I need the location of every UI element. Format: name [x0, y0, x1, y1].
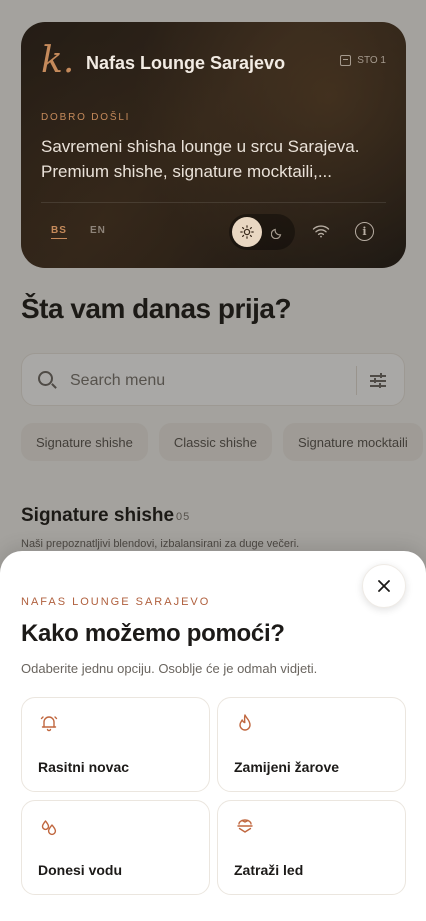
moon-icon[interactable] [262, 217, 292, 247]
option-label: Donesi vodu [38, 862, 123, 878]
option-label: Zatraži led [234, 862, 304, 878]
sun-icon[interactable] [232, 217, 262, 247]
venue-logo: k. [41, 40, 75, 81]
sheet-title: Kako možemo pomoći? [21, 620, 285, 647]
welcome-label: DOBRO DOŠLI [41, 112, 131, 123]
info-icon[interactable]: i [355, 222, 374, 241]
hero-divider [41, 202, 386, 203]
water-drops-icon [38, 815, 60, 837]
option-change-money[interactable]: Rasitni novac [21, 697, 210, 792]
language-en-button[interactable]: EN [90, 225, 106, 236]
close-icon [378, 580, 390, 592]
option-replace-coals[interactable]: Zamijeni žarove [217, 697, 406, 792]
table-label: STO 1 [357, 55, 386, 66]
venue-name: Nafas Lounge Sarajevo [86, 53, 286, 73]
table-badge: STO 1 [340, 55, 386, 66]
flame-icon [234, 712, 256, 734]
close-button[interactable] [362, 564, 406, 608]
option-label: Zamijeni žarove [234, 759, 340, 775]
help-bottom-sheet: NAFAS LOUNGE SARAJEVO Kako možemo pomoći… [0, 551, 426, 921]
sheet-subtitle: Odaberite jednu opciju. Osoblje će je od… [21, 661, 318, 676]
sheet-kicker: NAFAS LOUNGE SARAJEVO [21, 596, 211, 608]
wifi-icon[interactable] [310, 220, 332, 242]
venue-description: Savremeni shisha lounge u srcu Sarajeva.… [41, 137, 360, 181]
option-request-ice[interactable]: Zatraži led [217, 800, 406, 895]
theme-toggle[interactable] [229, 214, 295, 250]
option-label: Rasitni novac [38, 759, 130, 775]
language-bs-button[interactable]: BS [51, 225, 67, 239]
bell-icon [38, 712, 60, 734]
ice-icon [234, 815, 256, 837]
option-bring-water[interactable]: Donesi vodu [21, 800, 210, 895]
table-icon [340, 55, 352, 66]
